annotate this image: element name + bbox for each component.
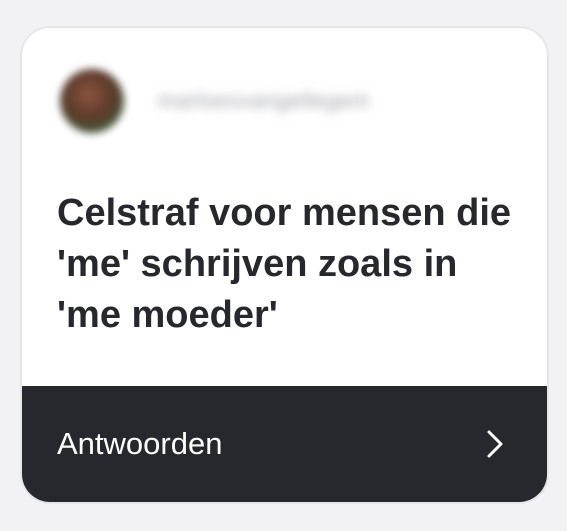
chevron-right-icon <box>481 428 509 460</box>
question-card: marloesvangellegem Celstraf voor mensen … <box>22 28 547 502</box>
reply-label: Antwoorden <box>57 426 223 461</box>
question-text: Celstraf voor mensen die 'me' schrijven … <box>57 192 512 336</box>
avatar[interactable] <box>60 69 124 133</box>
reply-button[interactable]: Antwoorden <box>22 386 547 502</box>
post-header: marloesvangellegem <box>60 66 509 136</box>
username[interactable]: marloesvangellegem <box>158 88 370 114</box>
